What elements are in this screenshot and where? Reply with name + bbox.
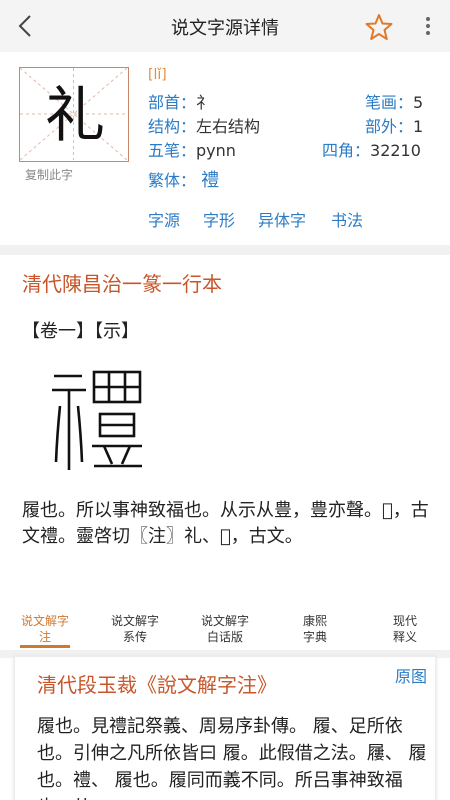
seal-glyph	[52, 370, 142, 470]
section1-body: 履也。所以事神致福也。从示从豊，豊亦聲。𥘺，古文禮。靈啓切〖注〗礼、𥛴，古文。	[22, 500, 429, 547]
traditional-value[interactable]: 禮	[201, 170, 219, 191]
traditional-field: 繁体： 禮	[148, 171, 219, 191]
outside-value: 1	[413, 117, 424, 136]
original-image-button[interactable]: 原图	[395, 663, 427, 687]
source-tabs: 说文解字 注 说文解字 系传 说文解字 白话版 康熙 字典 现代 释义	[0, 608, 450, 650]
character-box[interactable]: 礼	[19, 67, 129, 162]
outside-strokes-field: 部外：1	[365, 117, 423, 137]
duan-commentary-card: 清代段玉裁《說文解字注》 原图 履也。見禮記祭義、周易序卦傳。 履、足所依也。引…	[14, 656, 436, 800]
radical-label: 部首：	[148, 93, 197, 112]
main-character: 礼	[45, 81, 105, 151]
tab-shuowen-zhu[interactable]: 说文解字 注	[0, 613, 90, 645]
section-title-duan: 清代段玉裁《說文解字注》	[37, 673, 277, 697]
wubi-field: 五笔：pynn	[148, 141, 236, 161]
structure-field: 结构：左右结构	[148, 117, 260, 137]
copy-character-button[interactable]: 复制此字	[25, 166, 73, 183]
tab-line2: 白话版	[206, 630, 243, 644]
section2-body: 履也。見禮記祭義、周易序卦傳。 履、足所依也。引伸之凡所依皆曰 履。此假借之法。…	[37, 716, 427, 800]
tab-line1: 说文解字	[110, 614, 159, 628]
favorite-button[interactable]	[365, 13, 393, 41]
strokes-field: 笔画：5	[365, 93, 423, 113]
more-options-button[interactable]	[420, 14, 436, 40]
tab-shuowen-baihua[interactable]: 说文解字 白话版	[180, 613, 270, 645]
star-icon	[365, 14, 393, 40]
tab-line2: 释义	[392, 630, 417, 644]
top-bar: 说文字源详情	[0, 0, 450, 52]
tab-kangxi[interactable]: 康熙 字典	[270, 613, 360, 645]
tab-modern[interactable]: 现代 释义	[360, 613, 450, 645]
strokes-label: 笔画：	[365, 93, 414, 112]
structure-value: 左右结构	[196, 117, 261, 136]
structure-label: 结构：	[148, 117, 197, 136]
strokes-value: 5	[413, 93, 424, 112]
active-tab-indicator	[20, 645, 70, 648]
link-shufa[interactable]: 书法	[331, 207, 363, 231]
sijiao-label: 四角：	[322, 141, 371, 160]
pinyin: [lǐ]	[148, 67, 167, 83]
tab-line1: 现代	[392, 614, 417, 628]
radical-value: 礻	[196, 93, 213, 112]
link-yitizi[interactable]: 异体字	[258, 207, 306, 231]
character-info-card: 礼 复制此字 [lǐ] 部首：礻 笔画：5 结构：左右结构 部外：1 五笔：py…	[0, 52, 450, 245]
sijiao-value: 32210	[370, 141, 421, 160]
tab-line2: 字典	[302, 630, 327, 644]
radical-field: 部首：礻	[148, 93, 212, 113]
volume-radical: 【卷一】【示】	[22, 321, 139, 342]
link-zixing[interactable]: 字形	[203, 207, 235, 231]
tab-line1: 康熙	[302, 614, 327, 628]
link-ziyuan[interactable]: 字源	[148, 207, 180, 231]
wubi-value: pynn	[196, 141, 236, 160]
tab-line2: 注	[38, 630, 51, 644]
more-vertical-icon	[426, 17, 430, 35]
sijiao-field: 四角：32210	[322, 141, 421, 161]
wubi-label: 五笔：	[148, 141, 197, 160]
outside-label: 部外：	[365, 117, 414, 136]
divider	[0, 245, 450, 255]
seal-script-character	[50, 366, 150, 476]
tab-line1: 说文解字	[200, 614, 249, 628]
tab-shuowen-xizhuan[interactable]: 说文解字 系传	[90, 613, 180, 645]
tab-line1: 说文解字	[20, 614, 69, 628]
tab-line2: 系传	[122, 630, 147, 644]
section-title-chen: 清代陳昌治一篆一行本	[22, 272, 222, 296]
traditional-label: 繁体：	[148, 171, 197, 190]
